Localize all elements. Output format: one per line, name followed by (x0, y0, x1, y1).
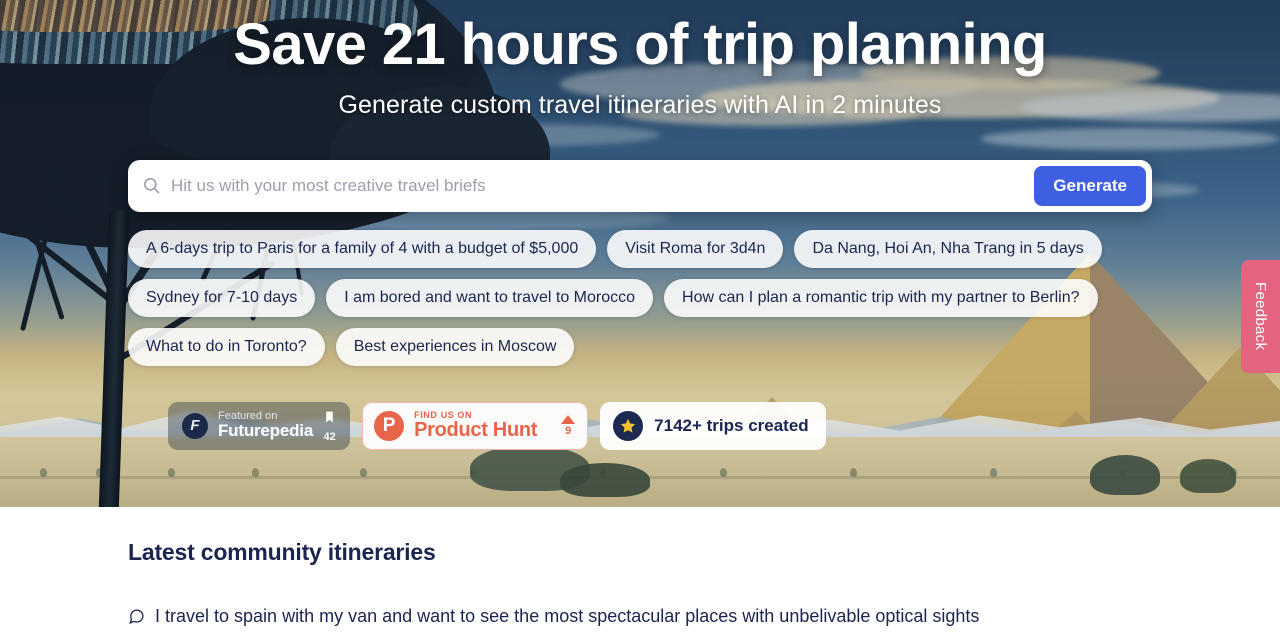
product-hunt-upvote[interactable]: 9 (561, 414, 576, 437)
list-item-label: I travel to spain with my van and want t… (155, 606, 980, 626)
product-hunt-text: FIND US ON Product Hunt (414, 410, 538, 442)
scrub-shape (252, 468, 259, 477)
hero-content: Save 21 hours of trip planning Generate … (0, 0, 1280, 450)
trips-created-label: 7142+ trips created (654, 415, 809, 435)
product-hunt-upvote-count: 9 (565, 424, 572, 437)
community-section: Latest community itineraries I travel to… (0, 507, 1280, 627)
futurepedia-bookmark: 42 (323, 409, 336, 443)
product-hunt-name: Product Hunt (414, 419, 538, 442)
futurepedia-logo-icon: F (182, 412, 208, 439)
trips-created-badge[interactable]: 7142+ trips created (600, 401, 826, 450)
futurepedia-badge[interactable]: F Featured on Futurepedia 42 (168, 401, 351, 450)
search-bar[interactable]: Generate (128, 159, 1152, 212)
star-icon (613, 410, 644, 441)
futurepedia-name: Futurepedia (218, 421, 314, 441)
product-hunt-badge[interactable]: P FIND US ON Product Hunt 9 (362, 401, 589, 450)
hero-banner: Save 21 hours of trip planning Generate … (0, 0, 1280, 507)
bush-shape (1090, 455, 1160, 495)
generate-button[interactable]: Generate (1034, 165, 1146, 206)
scrub-shape (850, 468, 857, 477)
suggestion-chip-list: A 6-days trip to Paris for a family of 4… (128, 229, 1152, 366)
scrub-shape (360, 468, 367, 477)
suggestion-chip[interactable]: Sydney for 7-10 days (128, 278, 316, 317)
suggestion-chip[interactable]: Da Nang, Hoi An, Nha Trang in 5 days (794, 229, 1102, 268)
list-item[interactable]: I travel to spain with my van and want t… (128, 606, 1152, 627)
section-heading: Latest community itineraries (128, 539, 436, 565)
suggestion-chip[interactable]: A 6-days trip to Paris for a family of 4… (128, 229, 597, 268)
scrub-shape (168, 468, 175, 477)
suggestion-chip[interactable]: I am bored and want to travel to Morocco (326, 278, 654, 317)
suggestion-chip[interactable]: Visit Roma for 3d4n (607, 229, 784, 268)
futurepedia-bookmark-count: 42 (323, 430, 336, 443)
suggestion-chip[interactable]: Best experiences in Moscow (335, 327, 575, 366)
scrub-shape (40, 468, 47, 477)
bookmark-icon (323, 409, 336, 430)
badge-row: F Featured on Futurepedia 42 P FIND US O… (128, 401, 1152, 450)
bush-shape (1180, 459, 1236, 493)
futurepedia-text: Featured on Futurepedia (218, 410, 314, 441)
suggestion-chip[interactable]: What to do in Toronto? (128, 327, 325, 366)
scrub-shape (990, 468, 997, 477)
page-subtitle: Generate custom travel itineraries with … (338, 90, 942, 119)
scrub-shape (720, 468, 727, 477)
page-title: Save 21 hours of trip planning (233, 12, 1047, 77)
upvote-triangle-icon (561, 414, 576, 424)
product-hunt-logo-icon: P (374, 410, 405, 441)
community-itinerary-list: I travel to spain with my van and want t… (128, 606, 1152, 627)
suggestion-chip[interactable]: How can I plan a romantic trip with my p… (664, 278, 1098, 317)
chat-bubble-icon (128, 608, 145, 625)
feedback-tab[interactable]: Feedback (1241, 260, 1280, 373)
bush-shape (560, 463, 650, 497)
search-input[interactable] (161, 175, 1035, 196)
search-icon (142, 176, 161, 195)
